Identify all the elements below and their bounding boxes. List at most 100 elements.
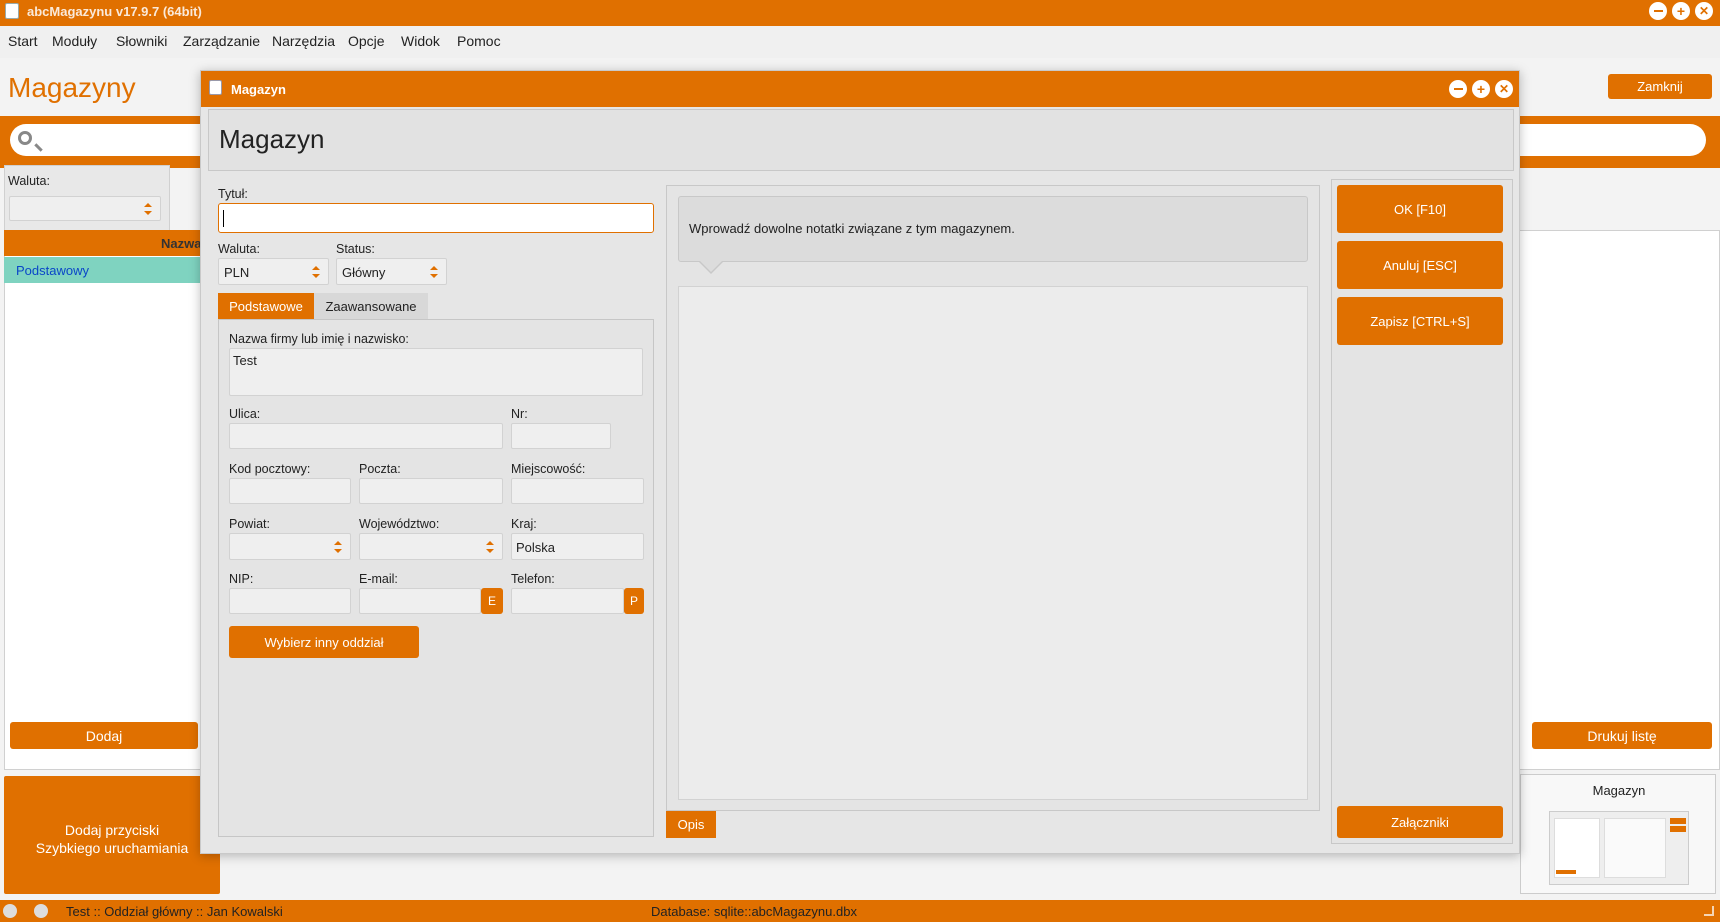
city-input[interactable] [511,478,644,504]
nip-label: NIP: [229,572,254,586]
street-label: Ulica: [229,407,261,421]
street-input[interactable] [229,423,503,449]
notes-textarea[interactable] [678,286,1308,800]
email-send-button[interactable]: E [481,588,503,614]
title-input[interactable] [218,203,654,233]
table-row[interactable]: Podstawowy [4,257,204,283]
nip-input[interactable] [229,588,351,614]
menu-start[interactable]: Start [8,33,38,49]
tab-podstawowe[interactable]: Podstawowe [218,293,314,319]
status-indicator-1[interactable] [3,904,17,918]
menu-bar: Start Moduły Słowniki Zarządzanie Narzęd… [0,26,1720,56]
waluta-label: Waluta: [218,242,260,256]
quick-launch-line2: Szybkiego uruchamiania [35,840,189,856]
dialog-window-icon [209,80,222,95]
voivodeship-select[interactable] [359,533,503,560]
status-indicator-2[interactable] [34,904,48,918]
dialog-heading: Magazyn [219,124,325,154]
status-database: Database: sqlite::abcMagazynu.dbx [651,904,857,919]
company-input[interactable]: Test [229,348,643,396]
app-minimize-icon[interactable] [1649,2,1667,20]
tab-content-panel: Nazwa firmy lub imię i nazwisko: Test Ul… [218,319,654,837]
menu-opcje[interactable]: Opcje [348,33,385,49]
company-label: Nazwa firmy lub imię i nazwisko: [229,332,409,346]
menu-zarzadzanie[interactable]: Zarządzanie [183,33,260,49]
save-button[interactable]: Zapisz [CTRL+S] [1337,297,1503,345]
postal-code-input[interactable] [229,478,351,504]
status-select[interactable]: Główny [336,258,447,285]
notes-hint-text: Wprowadź dowolne notatki związane z tym … [689,221,1015,236]
ok-button[interactable]: OK [F10] [1337,185,1503,233]
county-label: Powiat: [229,517,270,531]
email-label: E-mail: [359,572,398,586]
thumbnail-preview [1549,811,1689,885]
dialog-minimize-icon[interactable] [1449,80,1467,98]
postal-code-label: Kod pocztowy: [229,462,311,476]
phone-label: Telefon: [511,572,555,586]
email-input[interactable] [359,588,481,614]
print-list-button[interactable]: Drukuj listę [1532,722,1712,749]
row-name: Podstawowy [16,263,89,278]
country-input[interactable]: Polska [511,533,644,560]
title-label: Tytuł: [218,187,248,201]
close-module-button[interactable]: Zamknij [1608,74,1712,99]
thumbnail-title: Magazyn [1592,783,1646,798]
app-icon [5,3,19,19]
status-user-info: Test :: Oddział główny :: Jan Kowalski [66,904,283,919]
country-value: Polska [516,540,556,555]
tab-opis[interactable]: Opis [666,811,716,838]
column-header-name[interactable]: Nazwa [161,236,201,251]
list-column-header: Nazwa [4,230,204,256]
list-panel [4,230,204,770]
window-thumbnail[interactable]: Magazyn [1520,774,1716,894]
notes-panel: Wprowadź dowolne notatki związane z tym … [666,185,1320,811]
waluta-select[interactable]: PLN [218,258,329,285]
waluta-filter-select[interactable] [9,196,161,221]
dialog-window: Magazyn + ✕ Magazyn Tytuł: Waluta: PLN S… [200,70,1520,854]
app-titlebar: abcMagazynu v17.9.7 (64bit) + ✕ [0,0,1720,26]
phone-input[interactable] [511,588,624,614]
text-cursor [223,210,224,227]
company-value: Test [233,353,257,368]
country-label: Kraj: [511,517,537,531]
post-office-label: Poczta: [359,462,401,476]
nr-label: Nr: [511,407,528,421]
dialog-heading-panel: Magazyn [208,109,1514,171]
city-label: Miejscowość: [511,462,586,476]
dialog-maximize-icon[interactable]: + [1472,80,1490,98]
form-panel: Tytuł: Waluta: PLN Status: Główny Podsta… [210,179,656,849]
dialog-titlebar: Magazyn + ✕ [201,71,1519,107]
menu-narzedzia[interactable]: Narzędzia [272,33,335,49]
cancel-button[interactable]: Anuluj [ESC] [1337,241,1503,289]
quick-launch-panel[interactable]: Dodaj przyciski Szybkiego uruchamiania [4,776,220,894]
dialog-window-title: Magazyn [231,82,286,97]
tab-zaawansowane[interactable]: Zaawansowane [314,293,428,319]
waluta-value: PLN [224,265,250,280]
county-select[interactable] [229,533,351,560]
resize-grip-icon[interactable] [1704,906,1714,916]
attachments-button[interactable]: Załączniki [1337,806,1503,838]
actions-panel: OK [F10] Anuluj [ESC] Zapisz [CTRL+S] Za… [1331,179,1513,844]
app-close-icon[interactable]: ✕ [1695,2,1713,20]
page-title: Magazyny [8,72,136,103]
right-list-panel [1518,230,1720,770]
status-bar: Test :: Oddział główny :: Jan Kowalski D… [0,900,1720,922]
post-office-input[interactable] [359,478,503,504]
quick-launch-line1: Dodaj przyciski [64,822,160,838]
add-button[interactable]: Dodaj [10,722,198,749]
dialog-close-icon[interactable]: ✕ [1495,80,1513,98]
status-label: Status: [336,242,375,256]
app-maximize-icon[interactable]: + [1672,2,1690,20]
waluta-filter-label: Waluta: [8,174,50,188]
status-value: Główny [342,265,386,280]
menu-slowniki[interactable]: Słowniki [116,33,167,49]
menu-pomoc[interactable]: Pomoc [457,33,501,49]
menu-widok[interactable]: Widok [401,33,440,49]
menu-moduly[interactable]: Moduły [52,33,97,49]
app-title: abcMagazynu v17.9.7 (64bit) [27,4,202,19]
notes-hint-bubble: Wprowadź dowolne notatki związane z tym … [678,196,1308,262]
nr-input[interactable] [511,423,611,449]
choose-branch-button[interactable]: Wybierz inny oddział [229,626,419,658]
phone-call-button[interactable]: P [624,588,644,614]
search-icon [18,131,32,145]
